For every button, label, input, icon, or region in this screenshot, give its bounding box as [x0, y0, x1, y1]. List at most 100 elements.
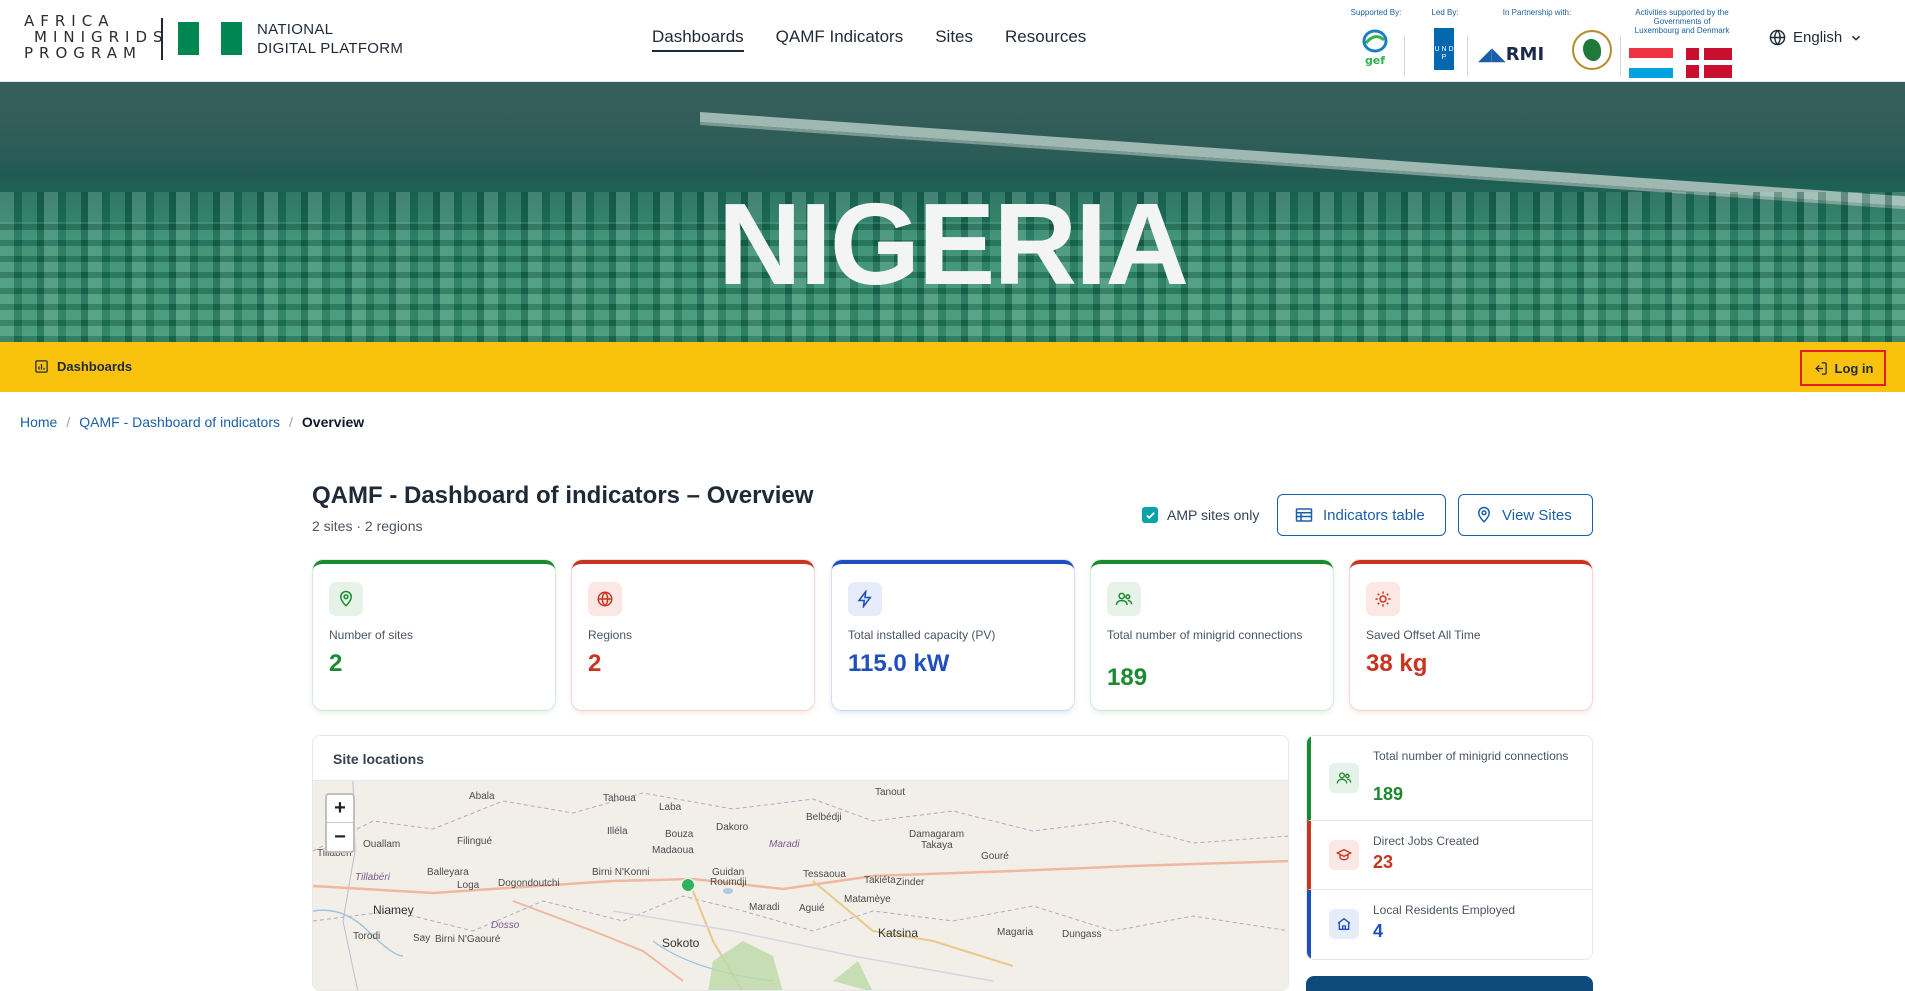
nav-dashboards[interactable]: Dashboards — [652, 27, 744, 52]
map-place-label: Ouallam — [363, 839, 401, 850]
hero-banner: NIGERIA — [0, 82, 1905, 342]
view-sites-button[interactable]: View Sites — [1458, 494, 1593, 536]
language-selector[interactable]: English — [1769, 29, 1863, 46]
map-place-label: Tessaoua — [803, 869, 846, 880]
map-place-label: Roumdji — [710, 877, 747, 888]
home-icon — [1329, 909, 1359, 939]
partnership-label: In Partnership with: — [1502, 8, 1572, 17]
map-zoom-control: + − — [325, 793, 355, 853]
kpi-saved-offset: Saved Offset All Time 38 kg — [1350, 560, 1592, 710]
subbar-dashboards-label: Dashboards — [57, 359, 133, 374]
map-place-label: Laba — [659, 802, 682, 813]
africa-minigrids-program-logo[interactable]: AFRICA MINIGRIDS PROGRAM — [24, 12, 169, 67]
amp-sites-only-checkbox[interactable]: AMP sites only — [1142, 507, 1259, 523]
logo-line-3: PROGRAM — [24, 44, 142, 62]
map-place-label: Damagaram — [909, 829, 965, 840]
map-place-label: Katsina — [878, 926, 919, 940]
platform-name-line1: NATIONAL — [257, 21, 334, 38]
sun-icon — [1366, 582, 1400, 616]
hero-title: NIGERIA — [717, 179, 1189, 309]
subbar-dashboards-link[interactable]: Dashboards — [34, 359, 132, 374]
stat-label: Local Residents Employed — [1373, 903, 1516, 917]
map-place-label: Niamey — [373, 903, 414, 917]
rmi-logo: ◢◣RMI — [1478, 44, 1545, 65]
activities-line-2: Governments of — [1653, 17, 1711, 26]
nav-qamf-indicators[interactable]: QAMF Indicators — [776, 27, 904, 52]
map-place-label: Takaya — [921, 840, 953, 851]
main-nav: Dashboards QAMF Indicators Sites Resourc… — [652, 27, 1086, 52]
stat-label: Total number of minigrid connections — [1373, 749, 1569, 763]
kpi-value: 38 kg — [1366, 650, 1428, 677]
nav-sites[interactable]: Sites — [935, 27, 973, 52]
page-subtitle: 2 sites · 2 regions — [312, 518, 423, 534]
breadcrumb-section[interactable]: QAMF - Dashboard of indicators — [79, 414, 280, 430]
map-place-label: Birni N'Konni — [592, 867, 650, 878]
language-label: English — [1793, 29, 1843, 46]
map-place-label: Dakoro — [716, 822, 749, 833]
kpi-minigrid-connections: Total number of minigrid connections 189 — [1091, 560, 1333, 710]
stat-direct-jobs: Direct Jobs Created 23 — [1307, 821, 1592, 890]
stat-minigrid-connections: Total number of minigrid connections 189 — [1307, 736, 1592, 821]
login-label: Log in — [1834, 360, 1874, 376]
nav-resources[interactable]: Resources — [1005, 27, 1086, 52]
african-union-logo — [1572, 30, 1612, 70]
activities-supported-label: Activities supported by the Governments … — [1629, 8, 1735, 35]
map-place-label: Aguié — [799, 903, 825, 914]
kpi-value: 115.0 kW — [848, 650, 950, 677]
graduation-cap-icon — [1329, 840, 1359, 870]
map-place-label: Torodi — [353, 931, 381, 942]
logo-line-1: AFRICA — [24, 12, 115, 30]
map-place-label: Maradi — [749, 902, 780, 913]
map-place-label: Say — [413, 933, 431, 944]
map-place-label: Tahoua — [603, 793, 636, 804]
kpi-value: 189 — [1107, 664, 1148, 691]
map-place-label: Gouré — [981, 851, 1009, 862]
map-region-label: Dosso — [491, 920, 520, 931]
platform-name: NATIONAL DIGITAL PLATFORM — [257, 20, 403, 58]
site-locations-panel: Site locations Abala Tahoua Tanout Laba … — [312, 735, 1289, 991]
view-sites-label: View Sites — [1502, 506, 1572, 524]
kpi-installed-capacity: Total installed capacity (PV) 115.0 kW — [832, 560, 1074, 710]
map-place-label: Balleyara — [427, 867, 469, 878]
breadcrumb-separator: / — [289, 414, 293, 430]
partner-separator — [1467, 36, 1468, 76]
page-title: QAMF - Dashboard of indicators – Overvie… — [312, 482, 814, 509]
kpi-value: 2 — [329, 650, 343, 677]
indicators-table-button[interactable]: Indicators table — [1277, 494, 1446, 536]
dashboard-subbar: Dashboards — [0, 342, 1905, 392]
platform-name-line2: DIGITAL PLATFORM — [257, 40, 404, 57]
map-place-label: Filingué — [457, 836, 493, 847]
supported-by-label: Supported By: — [1350, 8, 1402, 17]
next-panel-header — [1306, 976, 1593, 991]
kpi-label: Total installed capacity (PV) — [848, 628, 996, 642]
rmi-logo-text: RMI — [1505, 44, 1545, 65]
map-place-label: Dungass — [1062, 929, 1102, 940]
map-place-label: Abala — [469, 791, 495, 802]
checkbox-checked-icon[interactable] — [1142, 507, 1158, 523]
map-place-label: Belbédji — [806, 812, 842, 823]
map-pin-icon — [1477, 506, 1491, 523]
bar-chart-icon — [35, 360, 48, 373]
stat-value: 189 — [1373, 784, 1404, 804]
zoom-in-button[interactable]: + — [327, 795, 353, 823]
map-place-label: Matamèye — [844, 894, 891, 905]
users-icon — [1107, 582, 1141, 616]
kpi-label: Saved Offset All Time — [1366, 628, 1481, 642]
kpi-label: Total number of minigrid connections — [1107, 628, 1303, 642]
map-place-label: Sokoto — [662, 936, 700, 950]
kpi-regions: Regions 2 — [572, 560, 814, 710]
partner-separator — [1620, 36, 1621, 76]
gef-logo-text: gef — [1365, 54, 1385, 66]
stat-value: 23 — [1373, 852, 1394, 872]
stat-value: 4 — [1373, 921, 1384, 941]
login-button[interactable]: Log in — [1800, 350, 1886, 386]
site-locations-map[interactable]: Abala Tahoua Tanout Laba Belbédji Illéla… — [313, 781, 1288, 990]
logo-line-2: MINIGRIDS — [34, 28, 169, 46]
denmark-flag-icon — [1686, 48, 1732, 78]
breadcrumb-home[interactable]: Home — [20, 414, 57, 430]
site-marker[interactable] — [681, 878, 695, 892]
map-place-label: Illéla — [607, 826, 628, 837]
globe-icon — [588, 582, 622, 616]
impact-stats-panel: Total number of minigrid connections 189… — [1306, 735, 1593, 960]
zoom-out-button[interactable]: − — [327, 823, 353, 851]
